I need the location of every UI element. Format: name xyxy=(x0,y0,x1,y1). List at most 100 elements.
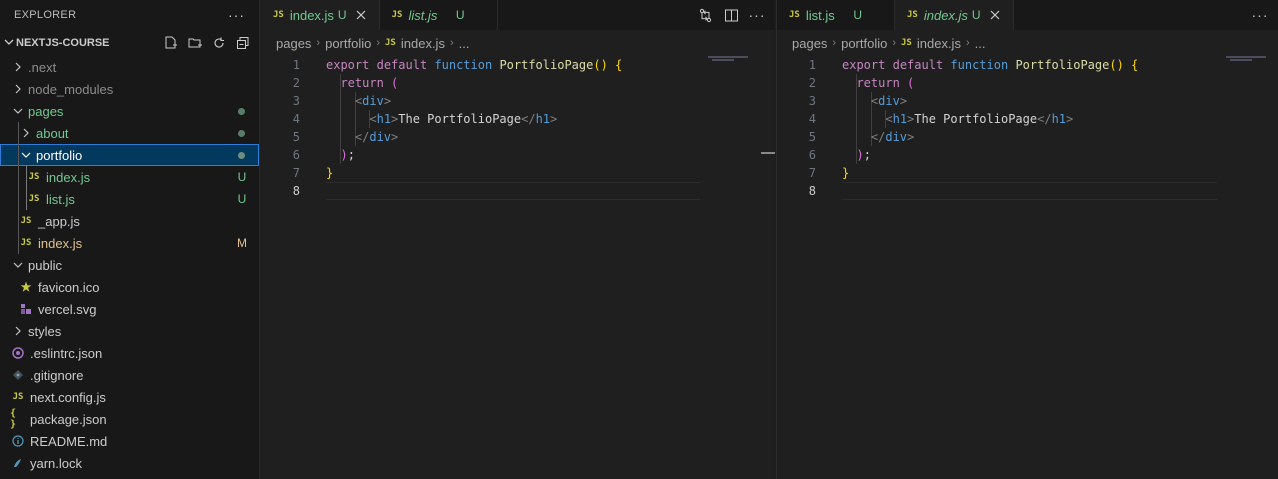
code-line: 1 export default function PortfolioPage(… xyxy=(777,56,1278,74)
minimap[interactable] xyxy=(708,56,758,70)
more-actions-icon[interactable]: ··· xyxy=(1252,7,1268,23)
breadcrumb-item-portfolio[interactable]: portfolio xyxy=(325,36,371,51)
refresh-icon[interactable] xyxy=(211,35,227,51)
code-text: <h1>The PortfolioPage</h1> xyxy=(369,112,558,126)
javascript-file-icon: JS xyxy=(385,38,396,48)
chevron-right-icon xyxy=(10,326,26,336)
untracked-badge: U xyxy=(237,192,247,206)
tab-list-js[interactable]: JS list.js U xyxy=(379,0,498,30)
more-actions-icon[interactable]: ··· xyxy=(749,7,765,23)
tab-label: index.js xyxy=(289,7,334,23)
tree-item-node-modules[interactable]: node_modules xyxy=(0,78,259,100)
line-number: 4 xyxy=(292,112,300,126)
project-section-header[interactable]: NEXTJS-COURSE xyxy=(0,30,259,56)
chevron-right-icon xyxy=(10,62,26,72)
tree-item-label: vercel.svg xyxy=(38,301,97,317)
code-line: 4 <h1>The PortfolioPage</h1> xyxy=(261,110,775,128)
editor-split-sash[interactable] xyxy=(761,152,775,154)
javascript-file-icon: JS xyxy=(28,194,40,204)
code-text: return ( xyxy=(340,76,399,90)
breadcrumb-item-pages[interactable]: pages xyxy=(792,36,827,51)
tree-item-label: portfolio xyxy=(36,147,83,163)
line-number: 3 xyxy=(292,94,300,108)
explorer-title: EXPLORER xyxy=(14,9,77,21)
line-number: 1 xyxy=(808,58,816,72)
tree-item-eslintrc[interactable]: .eslintrc.json xyxy=(0,342,259,364)
line-number: 7 xyxy=(292,166,300,180)
line-number: 4 xyxy=(808,112,816,126)
tree-item-gitignore[interactable]: .gitignore xyxy=(0,364,259,386)
json-file-icon: { } xyxy=(10,408,17,430)
tab-index-js[interactable]: JS index.js U xyxy=(895,0,1014,30)
tree-item-yarn-lock[interactable]: yarn.lock xyxy=(0,452,259,474)
line-number: 8 xyxy=(808,184,816,198)
breadcrumb-item-file[interactable]: index.js xyxy=(401,36,445,51)
code-text: </div> xyxy=(870,130,915,144)
breadcrumb-item-file[interactable]: index.js xyxy=(917,36,961,51)
close-icon[interactable] xyxy=(353,8,369,23)
code-text: } xyxy=(326,166,334,180)
code-editor[interactable]: 1 export default function PortfolioPage(… xyxy=(777,56,1278,200)
tab-index-js[interactable]: JS index.js U xyxy=(261,0,380,30)
tree-item-vercel-svg[interactable]: vercel.svg xyxy=(0,298,259,320)
editor-actions: ··· xyxy=(697,0,765,30)
modified-dot-icon xyxy=(238,151,245,159)
tree-item-pages-index-js[interactable]: JS index.js M xyxy=(0,232,259,254)
tab-list-js[interactable]: JS list.js U xyxy=(777,0,895,30)
code-editor[interactable]: 1 export default function PortfolioPage(… xyxy=(261,56,775,200)
tree-item-label: list.js xyxy=(46,191,75,207)
collapse-all-icon[interactable] xyxy=(235,35,251,51)
explorer-sidebar: EXPLORER ··· NEXTJS-COURSE .next node_mo… xyxy=(0,0,260,479)
tree-item-label: next.config.js xyxy=(30,389,106,405)
tree-item-label: README.md xyxy=(30,433,108,449)
tree-item-package-json[interactable]: { } package.json xyxy=(0,408,259,430)
tree-item-about-folder[interactable]: about xyxy=(0,122,259,144)
tree-item-styles-folder[interactable]: styles xyxy=(0,320,259,342)
tree-item-next-folder[interactable]: .next xyxy=(0,56,259,78)
javascript-file-icon: JS xyxy=(20,238,32,248)
new-folder-icon[interactable] xyxy=(187,35,203,51)
tree-item-public-folder[interactable]: public xyxy=(0,254,259,276)
tree-item-pages-folder[interactable]: pages xyxy=(0,100,259,122)
tree-item-favicon[interactable]: ★ favicon.ico xyxy=(0,276,259,298)
minimap[interactable] xyxy=(1226,56,1276,70)
line-number: 7 xyxy=(808,166,816,180)
line-number: 5 xyxy=(808,130,816,144)
compare-changes-icon[interactable] xyxy=(697,7,713,23)
chevron-right-icon: › xyxy=(376,37,381,49)
breadcrumb-item-symbol[interactable]: ... xyxy=(459,36,470,51)
close-icon[interactable] xyxy=(987,8,1003,23)
chevron-down-icon xyxy=(4,37,16,50)
tab-status-badge: U xyxy=(971,8,981,22)
tree-item-portfolio-index-js[interactable]: JS index.js U xyxy=(0,166,259,188)
breadcrumb-item-symbol[interactable]: ... xyxy=(975,36,986,51)
code-text: <div> xyxy=(870,94,908,108)
code-text: return ( xyxy=(856,76,915,90)
tree-item-next-config[interactable]: JS next.config.js xyxy=(0,386,259,408)
tab-status-badge: U xyxy=(455,8,465,22)
tab-bar: JS index.js U JS list.js U ··· xyxy=(261,0,775,30)
tree-item-label: yarn.lock xyxy=(30,455,83,471)
tree-item-readme[interactable]: README.md xyxy=(0,430,259,452)
tree-item-label: node_modules xyxy=(28,81,114,97)
eslint-icon xyxy=(10,347,26,359)
split-editor-icon[interactable] xyxy=(723,7,739,23)
line-number: 6 xyxy=(292,148,300,162)
line-number: 6 xyxy=(808,148,816,162)
more-actions-icon[interactable]: ··· xyxy=(228,7,245,23)
code-line: 8 xyxy=(261,182,775,200)
breadcrumb-item-pages[interactable]: pages xyxy=(276,36,311,51)
new-file-icon[interactable] xyxy=(163,35,179,51)
code-line: 6 ); xyxy=(777,146,1278,164)
tree-item-portfolio-list-js[interactable]: JS list.js U xyxy=(0,188,259,210)
tree-item-label: .next xyxy=(28,59,57,75)
breadcrumb-item-portfolio[interactable]: portfolio xyxy=(841,36,887,51)
tree-item-label: .gitignore xyxy=(30,367,84,383)
tree-item-app-js[interactable]: JS _app.js xyxy=(0,210,259,232)
chevron-right-icon: › xyxy=(316,37,321,49)
tree-item-label: _app.js xyxy=(38,213,80,229)
tree-item-portfolio-folder[interactable]: portfolio xyxy=(0,144,259,166)
code-line: 7 } xyxy=(261,164,775,182)
code-text: ); xyxy=(340,148,355,162)
javascript-file-icon: JS xyxy=(12,392,24,402)
